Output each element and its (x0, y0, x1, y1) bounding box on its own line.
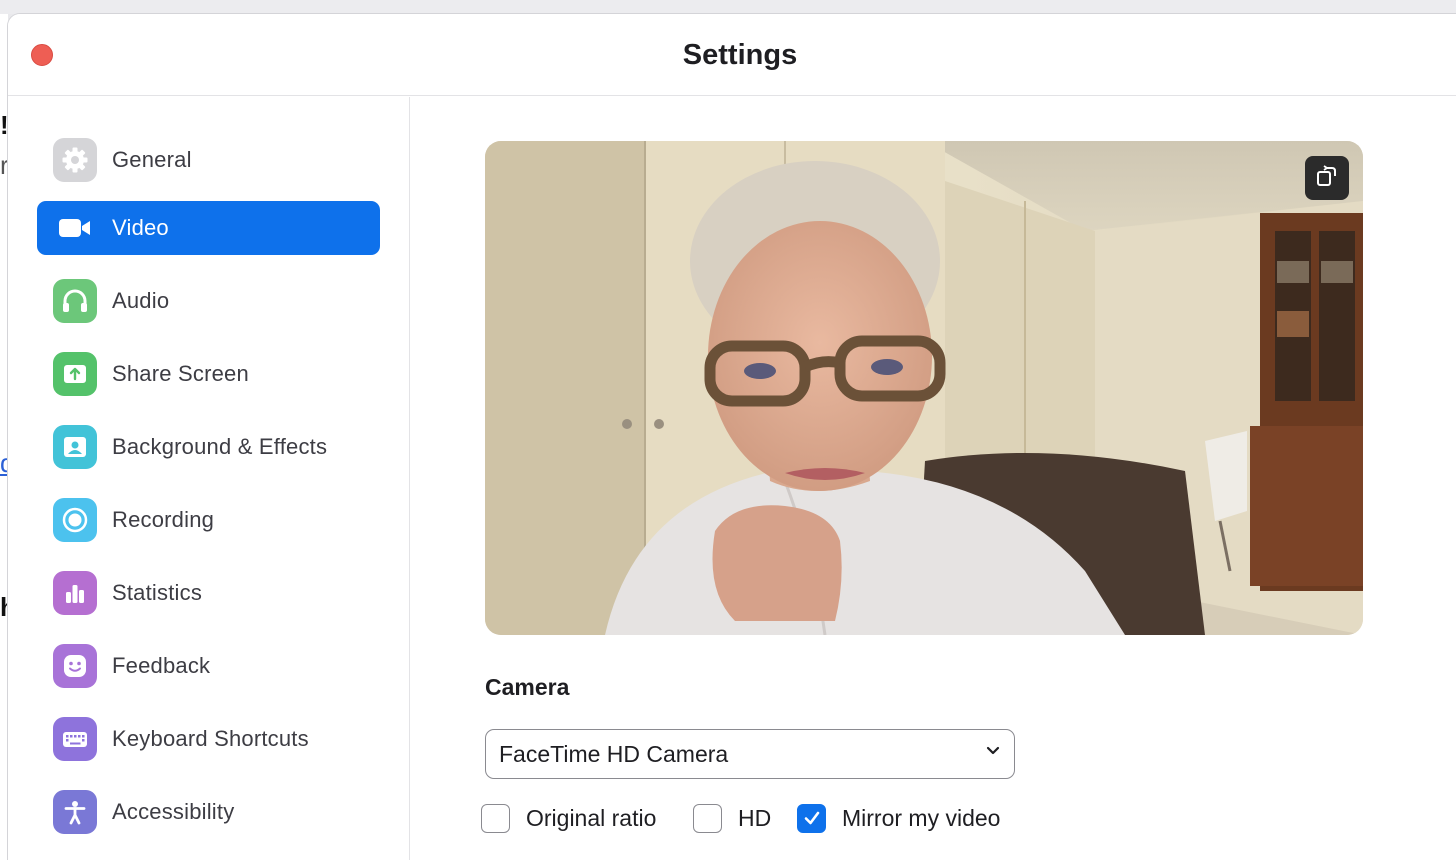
sidebar-item-label: General (112, 147, 192, 172)
checkmark-icon (804, 811, 819, 825)
original-ratio-checkbox[interactable] (481, 803, 510, 833)
sidebar-item-feedback[interactable]: Feedback (37, 639, 380, 693)
sidebar-item-accessibility[interactable]: Accessibility (37, 785, 380, 839)
original-ratio-label: Original ratio (526, 804, 657, 831)
camera-select-value: FaceTime HD Camera (499, 740, 729, 767)
sidebar-item-keyboard-shortcuts[interactable]: Keyboard Shortcuts (37, 712, 380, 766)
sidebar-item-video[interactable]: Video (37, 201, 380, 255)
settings-sidebar: General Video Audio Share Screen Backgro… (8, 97, 410, 860)
settings-window: Settings General Video Audio Share Scree… (8, 14, 1456, 860)
sidebar-item-statistics[interactable]: Statistics (37, 566, 380, 620)
sidebar-item-label: Feedback (112, 653, 211, 678)
keyboard-icon (53, 717, 97, 761)
original-ratio-option[interactable]: Original ratio (481, 803, 656, 833)
title-bar: Settings (8, 14, 1456, 96)
background-window-strip (0, 0, 1456, 14)
sidebar-item-label: Video (112, 215, 169, 240)
sidebar-item-background-effects[interactable]: Background & Effects (37, 420, 380, 474)
share-screen-icon (53, 352, 97, 396)
hd-label: HD (738, 804, 772, 831)
bar-chart-icon (53, 571, 97, 615)
sidebar-item-label: Share Screen (112, 361, 249, 386)
mirror-video-label: Mirror my video (842, 804, 1001, 831)
sidebar-item-label: Background & Effects (112, 434, 328, 459)
sidebar-item-general[interactable]: General (37, 133, 380, 187)
sidebar-item-share-screen[interactable]: Share Screen (37, 347, 380, 401)
video-preview-image (485, 141, 1363, 635)
hd-option[interactable]: HD (693, 803, 771, 833)
smiley-icon (53, 644, 97, 688)
hd-checkbox[interactable] (693, 803, 722, 833)
sidebar-item-label: Keyboard Shortcuts (112, 726, 309, 751)
sidebar-item-label: Accessibility (112, 799, 235, 824)
rotate-camera-icon (1315, 164, 1339, 193)
gear-icon (53, 138, 97, 182)
window-title: Settings (682, 39, 798, 71)
video-preview (485, 141, 1363, 635)
person-portrait-icon (53, 425, 97, 469)
chevron-down-icon (986, 743, 1000, 762)
camera-select[interactable]: FaceTime HD Camera (485, 729, 1015, 779)
video-settings-panel: Camera FaceTime HD Camera Original ratio… (411, 97, 1456, 860)
camera-section-title: Camera (485, 674, 570, 700)
rotate-camera-button[interactable] (1305, 156, 1349, 200)
headphones-icon (53, 279, 97, 323)
record-icon (53, 498, 97, 542)
sidebar-item-label: Recording (112, 507, 215, 532)
sidebar-item-recording[interactable]: Recording (37, 493, 380, 547)
video-camera-icon (53, 206, 97, 250)
sidebar-item-label: Statistics (112, 580, 203, 605)
accessibility-icon (53, 790, 97, 834)
sidebar-item-audio[interactable]: Audio (37, 274, 380, 328)
mirror-video-checkbox[interactable] (797, 803, 826, 833)
sidebar-item-label: Audio (112, 288, 170, 313)
mirror-video-option[interactable]: Mirror my video (797, 803, 1000, 833)
